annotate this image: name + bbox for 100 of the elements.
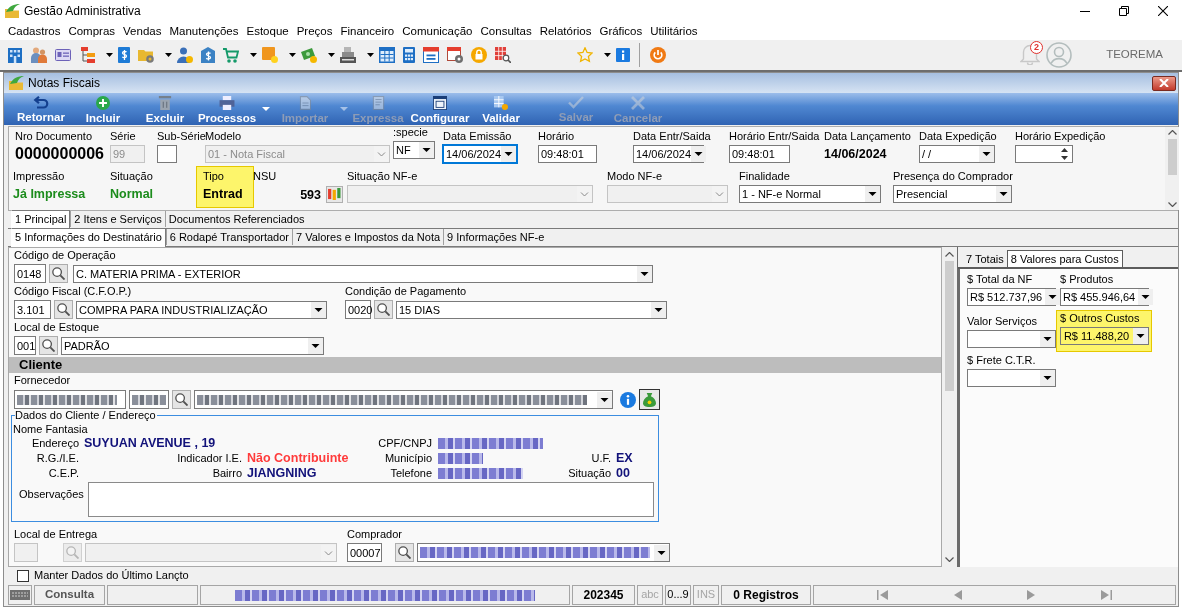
search-button[interactable]: [49, 264, 68, 283]
next-icon[interactable]: [1027, 590, 1036, 600]
combo-box[interactable]: [967, 330, 1056, 348]
combo-box[interactable]: 14/06/2024: [443, 145, 517, 163]
last-icon[interactable]: [1101, 590, 1113, 600]
tab[interactable]: Documentos Referenciados: [164, 211, 308, 227]
cart-icon[interactable]: [223, 47, 239, 63]
caret-icon[interactable]: [1133, 328, 1148, 344]
notes-field[interactable]: [87, 482, 654, 517]
combo-box[interactable]: 15 DIAS: [396, 300, 667, 319]
person-coin-icon[interactable]: [177, 47, 193, 63]
caret-icon[interactable]: [1040, 370, 1055, 386]
caret-icon[interactable]: [311, 301, 326, 318]
id-card-icon[interactable]: [55, 49, 71, 61]
text-field[interactable]: 0148: [14, 264, 46, 283]
people-icon[interactable]: [31, 47, 47, 63]
caret-icon[interactable]: [419, 142, 434, 158]
caret-icon[interactable]: [1138, 289, 1154, 305]
combo-box[interactable]: Presencial: [893, 185, 1012, 203]
calculator-icon[interactable]: [403, 47, 415, 63]
menu-item[interactable]: Manutenções: [165, 23, 243, 39]
menu-item[interactable]: Utilitários: [646, 23, 702, 39]
toolbar-button[interactable]: Retornar: [10, 93, 72, 125]
spin-arrows-icon[interactable]: [1061, 147, 1068, 161]
caret-icon[interactable]: [865, 186, 880, 202]
tab[interactable]: 7 Totais: [963, 251, 1007, 267]
banknote-icon[interactable]: [301, 47, 317, 63]
folder-gear-icon[interactable]: [138, 47, 154, 63]
caret-icon[interactable]: [654, 544, 669, 561]
tab[interactable]: 1 Principal: [11, 210, 71, 229]
text-field[interactable]: [14, 390, 126, 409]
table-search-icon[interactable]: [495, 47, 511, 63]
menu-item[interactable]: Consultas: [476, 23, 536, 39]
tab[interactable]: 6 Rodapé Transportador: [165, 229, 292, 245]
tab[interactable]: 2 Itens e Serviços: [70, 211, 165, 227]
power-icon[interactable]: [650, 47, 666, 63]
caret-icon[interactable]: [106, 53, 113, 57]
building-icon[interactable]: [7, 47, 23, 63]
hierarchy-icon[interactable]: [79, 47, 95, 63]
menu-item[interactable]: Gráficos: [595, 23, 647, 39]
info-icon[interactable]: [620, 391, 636, 408]
toolbar-button[interactable]: Processos: [196, 93, 258, 125]
text-field[interactable]: [129, 390, 169, 409]
caret-icon[interactable]: [328, 53, 335, 57]
menu-item[interactable]: Preços: [292, 23, 337, 39]
combo-box[interactable]: [417, 543, 670, 562]
search-button[interactable]: [172, 390, 191, 409]
bell-icon[interactable]: [1020, 43, 1041, 65]
combo-box[interactable]: R$ 11.488,20: [1060, 327, 1149, 345]
dollar-document-icon[interactable]: [118, 47, 130, 63]
scrollbar-thumb[interactable]: [1167, 139, 1177, 175]
checkbox[interactable]: [17, 569, 29, 582]
caret-icon[interactable]: [979, 146, 994, 162]
caret-icon[interactable]: [501, 146, 517, 162]
caret-icon[interactable]: [367, 53, 374, 57]
cash-register-icon[interactable]: [340, 47, 356, 63]
star-icon[interactable]: [577, 47, 593, 63]
first-icon[interactable]: [876, 590, 888, 600]
caret-icon[interactable]: [597, 391, 612, 408]
bar-chart-button[interactable]: [326, 185, 343, 203]
toolbar-button[interactable]: Validar: [476, 93, 526, 125]
text-field[interactable]: 09:48:01: [729, 145, 790, 163]
combo-box[interactable]: / /: [919, 145, 995, 163]
menu-item[interactable]: Estoque: [242, 23, 293, 39]
chevron-up-icon[interactable]: [945, 252, 954, 257]
search-button[interactable]: [39, 336, 58, 355]
info-icon[interactable]: [616, 48, 630, 62]
caret-icon[interactable]: [604, 53, 611, 57]
chevron-up-icon[interactable]: [1167, 130, 1177, 135]
combo-box[interactable]: PADRÃO: [61, 336, 324, 355]
caret-icon[interactable]: [1045, 289, 1061, 305]
tab[interactable]: 7 Valores e Impostos da Nota: [292, 229, 444, 245]
caret-icon[interactable]: [165, 53, 172, 57]
text-field[interactable]: 001: [14, 336, 36, 355]
text-field[interactable]: [157, 145, 177, 163]
money-bag-button[interactable]: [639, 389, 660, 410]
caret-icon[interactable]: [637, 265, 652, 282]
caret-icon[interactable]: [1040, 331, 1055, 347]
calendar-icon[interactable]: [423, 47, 439, 63]
combo-box[interactable]: COMPRA PARA INDUSTRIALIZAÇÃO: [76, 300, 327, 319]
caret-icon[interactable]: [651, 301, 666, 318]
text-field[interactable]: 0020: [345, 300, 371, 319]
chevron-down-icon[interactable]: [945, 557, 954, 562]
chevron-down-icon[interactable]: [1167, 202, 1177, 207]
menu-item[interactable]: Vendas: [119, 23, 166, 39]
caret-icon[interactable]: [250, 53, 257, 57]
caret-icon[interactable]: [308, 337, 323, 354]
combo-box[interactable]: C. MATERIA PRIMA - EXTERIOR: [73, 264, 653, 283]
menu-item[interactable]: Comunicação: [398, 23, 477, 39]
menu-item[interactable]: Relatórios: [535, 23, 596, 39]
previous-icon[interactable]: [953, 590, 962, 600]
search-button[interactable]: [54, 300, 73, 319]
calendar-gear-icon[interactable]: [447, 47, 463, 63]
caret-icon[interactable]: [996, 186, 1011, 202]
text-field[interactable]: 3.101: [14, 300, 51, 319]
combo-box[interactable]: 1 - NF-e Normal: [739, 185, 881, 203]
caret-icon[interactable]: [289, 53, 296, 57]
scrollbar-thumb[interactable]: [945, 261, 954, 391]
menu-item[interactable]: Financeiro: [336, 23, 399, 39]
search-button[interactable]: [395, 543, 414, 562]
